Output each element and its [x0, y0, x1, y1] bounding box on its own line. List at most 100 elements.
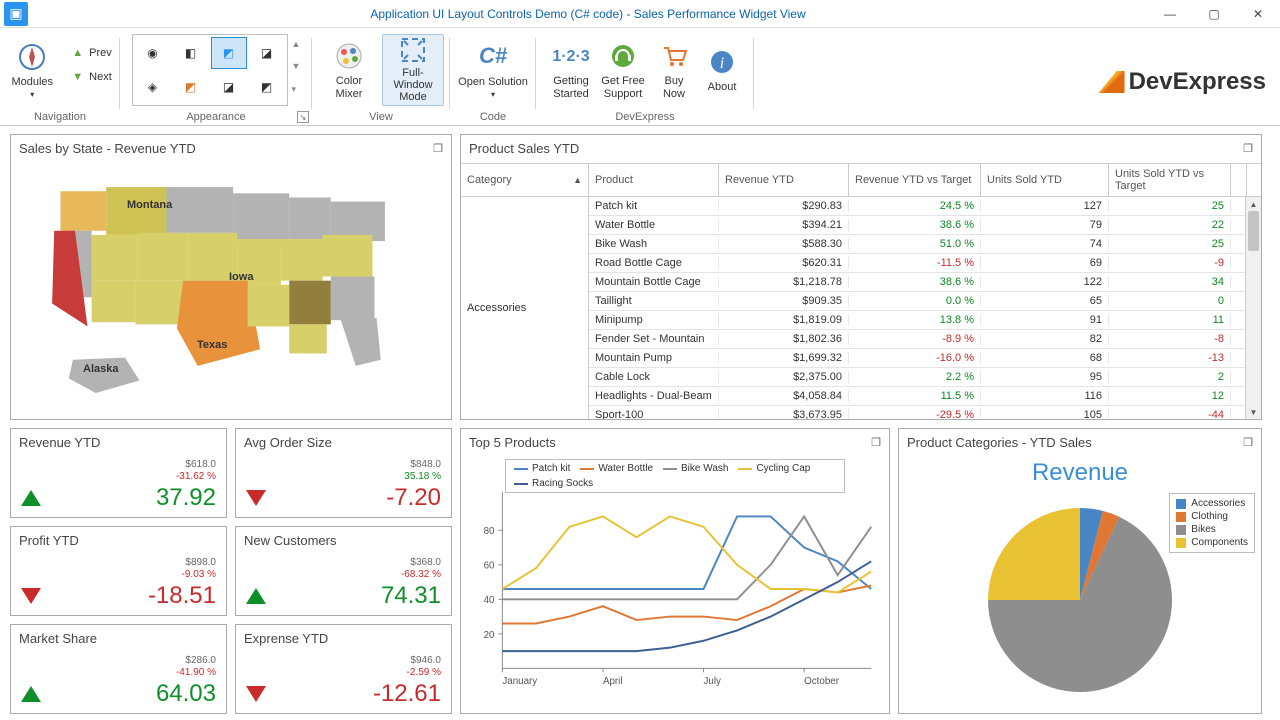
- table-row[interactable]: Sport-100$3,673.95-29.5 %105-44: [589, 406, 1245, 419]
- pie-legend: AccessoriesClothingBikesComponents: [1169, 493, 1255, 553]
- map-label-iowa: Iowa: [229, 271, 253, 283]
- trend-dn-icon: [21, 588, 41, 604]
- panel-title: Sales by State - Revenue YTD: [19, 141, 196, 156]
- line-legend: Patch kitWater BottleBike WashCycling Ca…: [505, 459, 845, 493]
- table-row[interactable]: Cable Lock$2,375.002.2 %952: [589, 368, 1245, 387]
- map-label-alaska: Alaska: [83, 363, 118, 375]
- kpi-value: 64.03: [156, 680, 216, 708]
- skin-item[interactable]: ◩: [173, 71, 209, 103]
- svg-text:i: i: [720, 55, 724, 72]
- col-revenue-ytd[interactable]: Revenue YTD: [719, 164, 849, 196]
- full-window-mode-button[interactable]: Full-Window Mode: [382, 34, 444, 106]
- map-label-montana: Montana: [127, 199, 172, 211]
- scroll-up-icon[interactable]: ▲: [1246, 197, 1261, 211]
- skin-item[interactable]: ◉: [135, 37, 171, 69]
- svg-text:April: April: [603, 676, 623, 687]
- group-label-view: View: [369, 111, 393, 125]
- col-units-sold[interactable]: Units Sold YTD: [981, 164, 1109, 196]
- buy-now-button[interactable]: Buy Now: [650, 34, 698, 106]
- group-label-code: Code: [480, 111, 506, 125]
- maximize-panel-icon[interactable]: ❐: [871, 436, 881, 449]
- col-product[interactable]: Product: [589, 164, 719, 196]
- skin-item[interactable]: ◩: [249, 71, 285, 103]
- fullscreen-icon: [397, 37, 429, 64]
- open-solution-button[interactable]: C# Open Solution▾: [455, 34, 531, 106]
- trend-dn-icon: [246, 686, 266, 702]
- devexpress-logo: DevExpress: [1099, 68, 1266, 96]
- prev-button[interactable]: ▲Prev: [65, 42, 119, 64]
- maximize-panel-icon[interactable]: ❐: [1243, 436, 1253, 449]
- kpi-card: Revenue YTD $618.0-31.62 % 37.92: [10, 428, 227, 518]
- modules-button[interactable]: Modules▾: [1, 34, 63, 106]
- close-button[interactable]: ✕: [1236, 0, 1280, 28]
- get-free-support-button[interactable]: Get Free Support: [598, 34, 648, 106]
- table-row[interactable]: Fender Set - Mountain$1,802.36-8.9 %82-8: [589, 330, 1245, 349]
- line-chart[interactable]: 20406080 JanuaryAprilJulyOctober: [469, 461, 881, 709]
- title-bar: ▣ Application UI Layout Controls Demo (C…: [0, 0, 1280, 28]
- table-row[interactable]: Bike Wash$588.3051.0 %7425: [589, 235, 1245, 254]
- logo-mark-icon: [1099, 71, 1125, 93]
- maximize-panel-icon[interactable]: ❐: [1243, 142, 1253, 155]
- compass-icon: [16, 41, 48, 73]
- usa-map[interactable]: Montana Iowa Texas Alaska: [11, 163, 451, 421]
- gallery-expand[interactable]: ▾: [292, 84, 301, 95]
- kpi-card: Avg Order Size $848.035.18 % -7.20: [235, 428, 452, 518]
- gallery-scroll-up[interactable]: ▲: [292, 39, 301, 49]
- kpi-value: 74.31: [381, 582, 441, 610]
- arrow-down-icon: ▼: [72, 71, 83, 83]
- kpi-value: -12.61: [373, 680, 441, 708]
- scrollbar-thumb[interactable]: [1248, 211, 1259, 251]
- skin-item[interactable]: ◧: [173, 37, 209, 69]
- color-mixer-button[interactable]: Color Mixer: [318, 34, 380, 106]
- table-row[interactable]: Taillight$909.350.0 %650: [589, 292, 1245, 311]
- info-icon: i: [706, 46, 738, 78]
- kpi-title: Exprense YTD: [244, 631, 328, 646]
- kpi-card: Profit YTD $898.0-9.03 % -18.51: [10, 526, 227, 616]
- gallery-scroll-down[interactable]: ▼: [292, 61, 301, 71]
- maximize-button[interactable]: ▢: [1192, 0, 1236, 28]
- group-label-appearance: Appearance: [186, 111, 245, 125]
- trend-up-icon: [21, 686, 41, 702]
- table-row[interactable]: Minipump$1,819.0913.8 %9111: [589, 311, 1245, 330]
- headset-icon: [607, 40, 639, 72]
- minimize-button[interactable]: —: [1148, 0, 1192, 28]
- pie-chart[interactable]: [980, 500, 1180, 700]
- dialog-launcher-icon[interactable]: ↘: [297, 111, 309, 123]
- kpi-title: Profit YTD: [19, 533, 79, 548]
- scroll-down-icon[interactable]: ▼: [1246, 405, 1261, 419]
- svg-text:40: 40: [484, 595, 495, 606]
- skin-gallery[interactable]: ◉ ◧ ◩ ◪ ◈ ◩ ◪ ◩: [132, 34, 288, 106]
- table-row[interactable]: Patch kit$290.8324.5 %12725: [589, 197, 1245, 216]
- skin-item[interactable]: ◩: [211, 37, 247, 69]
- arrow-up-icon: ▲: [72, 47, 83, 59]
- kpi-card: New Customers $368.0-68.32 % 74.31: [235, 526, 452, 616]
- trend-up-icon: [246, 588, 266, 604]
- col-revenue-vs-target[interactable]: Revenue YTD vs Target: [849, 164, 981, 196]
- dashboard-content: Sales by State - Revenue YTD ❐: [0, 126, 1280, 720]
- svg-text:20: 20: [484, 630, 495, 641]
- col-units-vs-target[interactable]: Units Sold YTD vs Target: [1109, 164, 1231, 196]
- about-button[interactable]: i About: [700, 34, 744, 106]
- palette-icon: [333, 40, 365, 72]
- svg-text:July: July: [704, 676, 722, 687]
- skin-item[interactable]: ◪: [249, 37, 285, 69]
- kpi-title: New Customers: [244, 533, 336, 548]
- maximize-panel-icon[interactable]: ❐: [433, 142, 443, 155]
- table-row[interactable]: Road Bottle Cage$620.31-11.5 %69-9: [589, 254, 1245, 273]
- svg-text:80: 80: [484, 526, 495, 537]
- group-label-devexpress: DevExpress: [615, 111, 674, 125]
- table-row[interactable]: Mountain Bottle Cage$1,218.7838.6 %12234: [589, 273, 1245, 292]
- table-row[interactable]: Mountain Pump$1,699.32-16.0 %68-13: [589, 349, 1245, 368]
- map-label-texas: Texas: [197, 339, 227, 351]
- col-category[interactable]: Category▲: [461, 164, 589, 196]
- next-button[interactable]: ▼Next: [65, 66, 119, 88]
- kpi-card: Market Share $286.0-41.90 % 64.03: [10, 624, 227, 714]
- window-title: Application UI Layout Controls Demo (C# …: [28, 7, 1148, 21]
- table-row[interactable]: Headlights - Dual-Beam$4,058.8411.5 %116…: [589, 387, 1245, 406]
- category-group-cell[interactable]: Accessories: [461, 197, 589, 419]
- skin-item[interactable]: ◪: [211, 71, 247, 103]
- skin-item[interactable]: ◈: [135, 71, 171, 103]
- table-row[interactable]: Water Bottle$394.2138.6 %7922: [589, 216, 1245, 235]
- vertical-scrollbar[interactable]: ▲ ▼: [1245, 197, 1261, 419]
- getting-started-button[interactable]: 1·2·3 Getting Started: [546, 34, 596, 106]
